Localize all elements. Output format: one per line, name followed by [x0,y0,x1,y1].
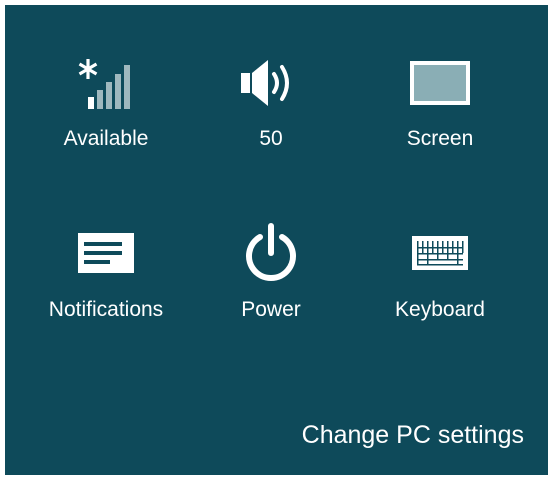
power-icon [186,223,356,283]
volume-icon [186,55,356,111]
network-label: Available [63,127,149,150]
wifi-signal-icon [21,55,191,111]
notifications-label: Notifications [48,298,164,321]
volume-tile[interactable]: 50 [186,45,356,185]
keyboard-label: Keyboard [395,298,485,321]
settings-panel: Available 50 Screen Notifications Power … [5,5,548,475]
change-pc-settings-link[interactable]: Change PC settings [302,421,524,449]
volume-label: 50 [259,127,283,150]
notifications-tile[interactable]: Notifications [21,215,191,355]
network-tile[interactable]: Available [21,45,191,185]
keyboard-tile[interactable]: Keyboard [355,215,525,355]
notifications-icon [21,223,191,283]
screen-brightness-icon [355,55,525,111]
power-tile[interactable]: Power [186,215,356,355]
keyboard-icon [355,223,525,283]
power-label: Power [241,298,301,321]
screen-tile[interactable]: Screen [355,45,525,185]
screen-label: Screen [406,127,474,150]
